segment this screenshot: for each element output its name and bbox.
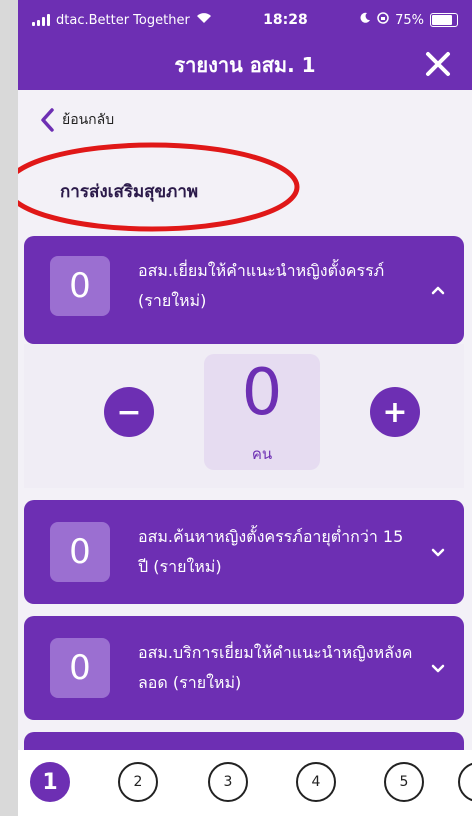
battery-icon xyxy=(430,13,458,27)
status-left: dtac.Better Together xyxy=(32,12,212,28)
wifi-icon xyxy=(196,12,212,28)
back-link[interactable]: ย้อนกลับ xyxy=(40,108,114,132)
page-button-5[interactable]: 5 xyxy=(384,762,424,802)
indicator-label: อสม.บริการเยี่ยมให้คำแนะนำหญิงหลังคลอด (… xyxy=(138,643,413,692)
indicator-card[interactable]: 0 อสม.ค้นหาหญิงตั้งครรภ์อายุต่ำกว่า 15 ป… xyxy=(24,500,464,604)
clock: 18:28 xyxy=(263,12,308,28)
page-button-4[interactable]: 4 xyxy=(296,762,336,802)
close-button[interactable] xyxy=(420,46,456,82)
section-title: การส่งเสริมสุขภาพ xyxy=(60,182,199,202)
page-button-6[interactable]: 6 xyxy=(458,762,472,802)
indicator-card[interactable]: 0 อสม.เยี่ยมให้คำแนะนำหญิงตั้งครรภ์ (ราย… xyxy=(24,236,464,344)
indicator-label: อสม.เยี่ยมให้คำแนะนำหญิงตั้งครรภ์ (รายให… xyxy=(138,261,385,310)
increment-button[interactable]: + xyxy=(370,387,420,437)
back-label: ย้อนกลับ xyxy=(62,112,115,128)
decrement-button[interactable]: − xyxy=(104,387,154,437)
signal-icon xyxy=(32,14,50,26)
indicator-label: อสม.ค้นหาหญิงตั้งครรภ์อายุต่ำกว่า 15 ปี … xyxy=(138,527,404,576)
status-bar: dtac.Better Together 18:28 75% xyxy=(18,0,472,40)
chevron-down-icon[interactable] xyxy=(430,660,446,676)
chevron-down-icon[interactable] xyxy=(430,544,446,560)
quantity-value: 0 xyxy=(241,356,283,430)
app-header: รายงาน อสม. 1 xyxy=(18,40,472,90)
count-badge: 0 xyxy=(50,522,110,582)
status-right: 75% xyxy=(359,12,458,28)
page-title: รายงาน อสม. 1 xyxy=(174,53,316,77)
close-icon xyxy=(426,52,450,76)
phone-screen: dtac.Better Together 18:28 75% รายงาน อส… xyxy=(18,0,472,816)
chevron-left-icon xyxy=(41,108,54,132)
carrier-name: dtac.Better Together xyxy=(56,12,190,28)
page-button-1[interactable]: 1 xyxy=(30,762,70,802)
page-navigation: 1 2 3 4 5 6 xyxy=(18,750,472,816)
lock-rotation-icon xyxy=(377,12,389,28)
count-badge: 0 xyxy=(50,256,110,316)
page-button-3[interactable]: 3 xyxy=(208,762,248,802)
moon-icon xyxy=(359,12,371,28)
page-button-2[interactable]: 2 xyxy=(118,762,158,802)
quantity-unit: คน xyxy=(251,445,273,463)
chevron-up-icon[interactable] xyxy=(430,282,446,298)
battery-percent: 75% xyxy=(395,12,424,28)
indicator-card[interactable]: 0 อสม.บริการเยี่ยมให้คำแนะนำหญิงหลังคลอด… xyxy=(24,616,464,720)
count-badge: 0 xyxy=(50,638,110,698)
quantity-display: 0 คน xyxy=(204,354,320,470)
